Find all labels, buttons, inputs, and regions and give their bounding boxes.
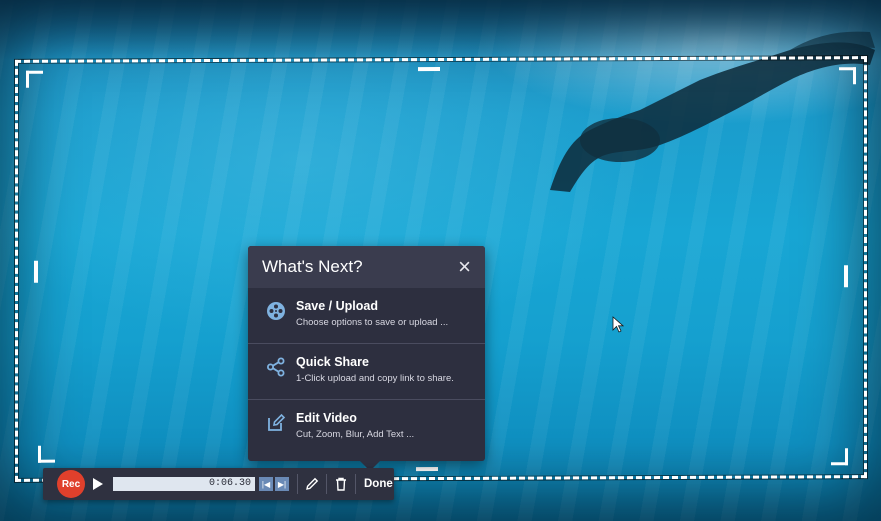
frame-corner-top-right[interactable] xyxy=(839,67,856,85)
skip-back-button[interactable]: |◀ xyxy=(259,477,273,491)
dialog-header: What's Next? × xyxy=(248,246,485,288)
pencil-icon-svg xyxy=(306,477,319,490)
toolbar-divider xyxy=(355,474,356,494)
option-title: Quick Share xyxy=(296,355,369,369)
edit-video-text: Edit Video Cut, Zoom, Blur, Add Text ... xyxy=(296,411,414,440)
save-upload-option[interactable]: Save / Upload Choose options to save or … xyxy=(248,288,485,344)
option-description: Choose options to save or upload ... xyxy=(296,317,449,328)
film-reel-icon xyxy=(267,302,285,320)
quick-share-text: Quick Share 1-Click upload and copy link… xyxy=(296,355,454,384)
whats-next-dialog: What's Next? × Save / Upload Choose opti… xyxy=(248,246,485,471)
frame-corner-bottom-right[interactable] xyxy=(831,448,848,466)
option-title: Edit Video xyxy=(296,411,357,425)
option-description: Cut, Zoom, Blur, Add Text ... xyxy=(296,429,415,440)
edit-video-option[interactable]: Edit Video Cut, Zoom, Blur, Add Text ... xyxy=(248,400,485,455)
mouse-pointer-icon xyxy=(612,316,624,333)
frame-handle-right[interactable] xyxy=(844,265,848,288)
pencil-icon[interactable] xyxy=(304,476,320,492)
frame-corner-top-left[interactable] xyxy=(26,70,43,88)
trash-icon-svg xyxy=(336,477,346,491)
skip-controls: |◀ ▶| xyxy=(259,477,291,491)
quick-share-option[interactable]: Quick Share 1-Click upload and copy link… xyxy=(248,344,485,400)
skip-forward-button[interactable]: ▶| xyxy=(275,477,289,491)
recording-toolbar: Rec 0:06.30 |◀ ▶| Done xyxy=(43,468,394,500)
rec-button[interactable]: Rec xyxy=(57,470,85,498)
frame-handle-bottom[interactable] xyxy=(416,467,438,472)
toolbar-divider xyxy=(326,474,327,494)
option-description: 1-Click upload and copy link to share. xyxy=(296,373,454,384)
timeline-scrubber[interactable]: 0:06.30 xyxy=(113,477,255,491)
time-display: 0:06.30 xyxy=(208,478,251,489)
frame-corner-bottom-left[interactable] xyxy=(38,445,55,463)
trash-icon[interactable] xyxy=(333,476,349,492)
close-button[interactable]: × xyxy=(458,256,471,278)
play-icon[interactable] xyxy=(93,478,103,490)
frame-handle-left[interactable] xyxy=(34,260,38,283)
share-icon xyxy=(267,357,285,377)
done-button[interactable]: Done xyxy=(364,478,393,490)
save-upload-text: Save / Upload Choose options to save or … xyxy=(296,299,448,328)
edit-icon xyxy=(268,413,286,431)
dialog-title: What's Next? xyxy=(262,257,363,276)
toolbar-divider xyxy=(297,474,298,494)
option-title: Save / Upload xyxy=(296,299,378,313)
frame-handle-top[interactable] xyxy=(418,67,440,72)
